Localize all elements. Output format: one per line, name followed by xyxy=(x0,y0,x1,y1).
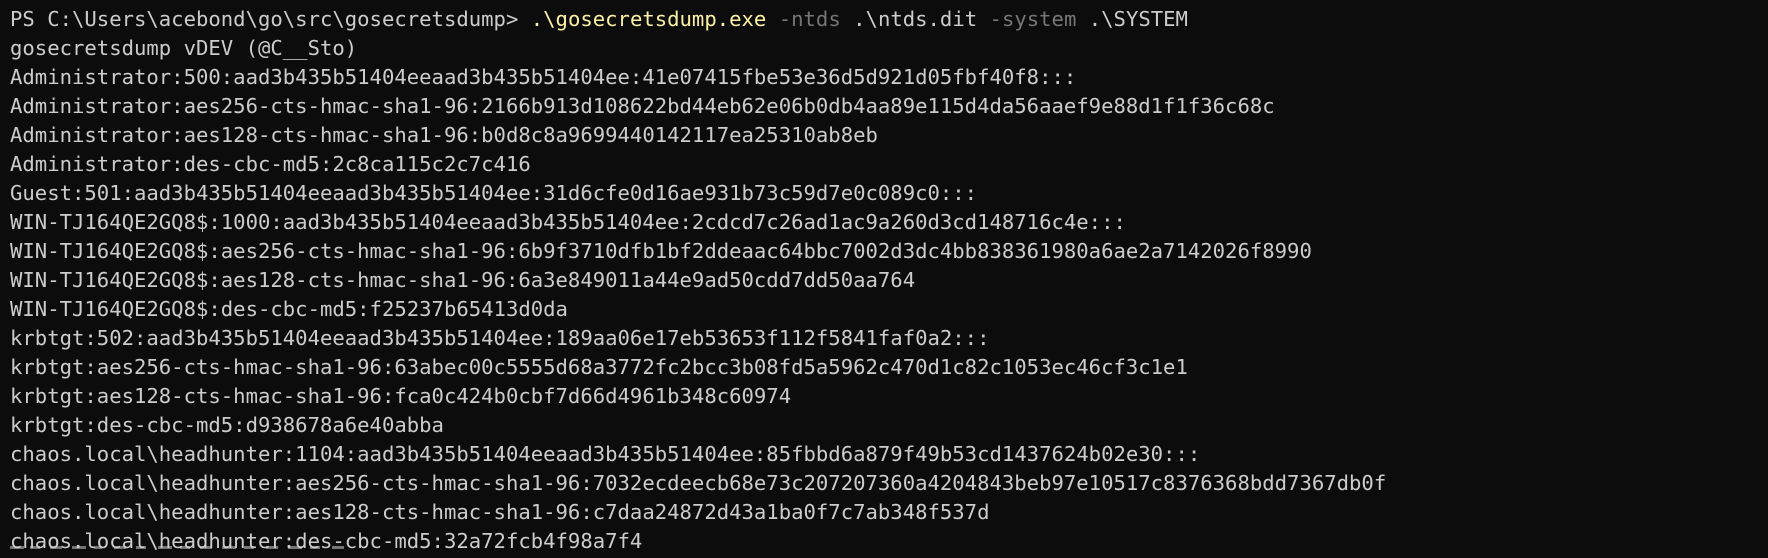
terminal-window[interactable]: PS C:\Users\acebond\go\src\gosecretsdump… xyxy=(0,0,1768,558)
command-executable: .\gosecretsdump.exe xyxy=(530,7,767,31)
output-line: chaos.local\headhunter:aes128-cts-hmac-s… xyxy=(10,500,990,524)
output-line: WIN-TJ164QE2GQ8$:aes128-cts-hmac-sha1-96… xyxy=(10,268,916,292)
output-line: WIN-TJ164QE2GQ8$:aes256-cts-hmac-sha1-96… xyxy=(10,239,1312,263)
output-line: krbtgt:des-cbc-md5:d938678a6e40abba xyxy=(10,413,444,437)
command-line: PS C:\Users\acebond\go\src\gosecretsdump… xyxy=(10,5,1768,34)
command-arg-ntds-path: .\ntds.dit xyxy=(853,7,978,31)
output-line: chaos.local\headhunter:1104:aad3b435b514… xyxy=(10,442,1201,466)
output-line: WIN-TJ164QE2GQ8$:des-cbc-md5:f25237b6541… xyxy=(10,297,568,321)
command-flag-system: -system xyxy=(989,7,1077,31)
output-line: Administrator:aes256-cts-hmac-sha1-96:21… xyxy=(10,94,1275,118)
output-line: Guest:501:aad3b435b51404eeaad3b435b51404… xyxy=(10,181,978,205)
cut-off-output-line xyxy=(10,546,370,558)
output-line: krbtgt:aes128-cts-hmac-sha1-96:fca0c424b… xyxy=(10,384,792,408)
output-line: Administrator:500:aad3b435b51404eeaad3b4… xyxy=(10,65,1077,89)
output-line: Administrator:des-cbc-md5:2c8ca115c2c7c4… xyxy=(10,152,531,176)
output-line: krbtgt:502:aad3b435b51404eeaad3b435b5140… xyxy=(10,326,990,350)
output-line: Administrator:aes128-cts-hmac-sha1-96:b0… xyxy=(10,123,878,147)
output-line: krbtgt:aes256-cts-hmac-sha1-96:63abec00c… xyxy=(10,355,1188,379)
command-arg-system-path: .\SYSTEM xyxy=(1088,7,1188,31)
output-line: chaos.local\headhunter:aes256-cts-hmac-s… xyxy=(10,471,1387,495)
output-line: gosecretsdump vDEV (@C__Sto) xyxy=(10,36,358,60)
prompt: PS C:\Users\acebond\go\src\gosecretsdump… xyxy=(10,7,531,31)
output-line: WIN-TJ164QE2GQ8$:1000:aad3b435b51404eeaa… xyxy=(10,210,1126,234)
command-flag-ntds: -ntds xyxy=(778,7,841,31)
